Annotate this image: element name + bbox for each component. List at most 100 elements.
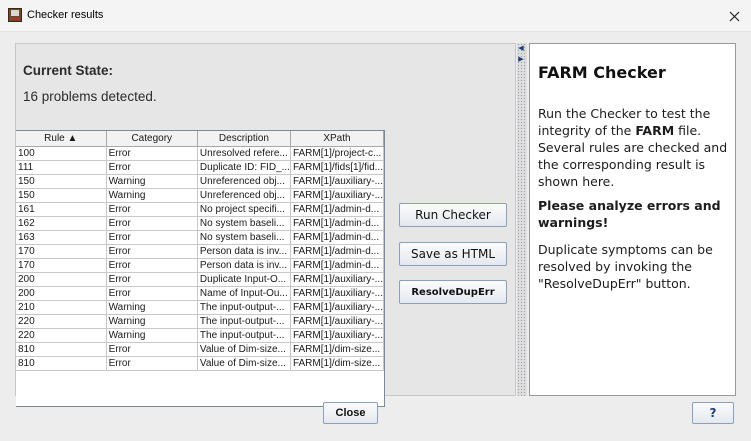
cell-description: Unreferenced obj... — [197, 188, 291, 203]
save-as-html-button[interactable]: Save as HTML — [399, 242, 507, 266]
info-paragraph-resolve: Duplicate symptoms can be resolved by in… — [538, 242, 713, 291]
table-row[interactable]: 161 Error No project specifi... FARM[1]/adm… — [16, 202, 385, 217]
table-row[interactable]: 210 Warning The input-output-... FARM[1]/au… — [16, 300, 385, 315]
cell-xpath: FARM[1]/dim-size... — [290, 356, 385, 371]
cell-category: Warning — [106, 328, 198, 343]
cell-rule: 810 — [16, 356, 107, 371]
cell-xpath: FARM[1]/auxiliary-... — [290, 286, 385, 301]
cell-xpath: FARM[1]/auxiliary-... — [290, 328, 385, 343]
column-header-rule[interactable]: Rule ▲ — [16, 131, 107, 147]
table-row[interactable]: 810 Error Value of Dim-size... FARM[1]/dim-… — [16, 356, 385, 371]
cell-rule: 150 — [16, 174, 107, 189]
cell-description: Duplicate Input-O... — [197, 272, 291, 287]
cell-description: The input-output-... — [197, 328, 291, 343]
table-row[interactable]: 162 Error No system baseli... FARM[1]/admin… — [16, 216, 385, 231]
dialog-content: Current State: 16 problems detected. Rul… — [0, 32, 751, 441]
table-row[interactable]: 220 Warning The input-output-... FARM[1]/au… — [16, 314, 385, 329]
cell-xpath: FARM[1]/admin-d... — [290, 216, 385, 231]
title-bar: Checker results — [0, 0, 751, 32]
cell-rule: 100 — [16, 146, 107, 161]
cell-xpath: FARM[1]/admin-d... — [290, 244, 385, 259]
table-row[interactable]: 163 Error No system baseli... FARM[1]/admin… — [16, 230, 385, 245]
cell-rule: 220 — [16, 314, 107, 329]
resolve-dup-err-button[interactable]: ResolveDupErr — [399, 280, 507, 304]
close-button[interactable]: Close — [323, 402, 378, 424]
cell-category: Error — [106, 244, 198, 259]
results-table: Rule ▲ Category Description XPath 100 Err… — [16, 131, 385, 371]
current-state-heading: Current State: — [23, 63, 114, 78]
cell-category: Warning — [106, 314, 198, 329]
column-header-xpath[interactable]: XPath — [290, 131, 385, 147]
column-header-category[interactable]: Category — [106, 131, 198, 147]
cell-category: Warning — [106, 300, 198, 315]
table-row[interactable]: 150 Warning Unreferenced obj... FARM[1]/aux… — [16, 188, 385, 203]
cell-description: Person data is inv... — [197, 258, 291, 273]
column-header-description[interactable]: Description — [197, 131, 291, 147]
cell-rule: 163 — [16, 230, 107, 245]
info-panel: FARM Checker Run the Checker to test the… — [529, 43, 736, 396]
cell-rule: 200 — [16, 272, 107, 287]
cell-description: No system baseli... — [197, 230, 291, 245]
cell-xpath: FARM[1]/project-c... — [290, 146, 385, 161]
cell-rule: 150 — [16, 188, 107, 203]
cell-category: Warning — [106, 188, 198, 203]
cell-category: Error — [106, 160, 198, 175]
cell-xpath: FARM[1]/auxiliary-... — [290, 300, 385, 315]
cell-category: Error — [106, 258, 198, 273]
cell-xpath: FARM[1]/auxiliary-... — [290, 188, 385, 203]
cell-category: Error — [106, 216, 198, 231]
collapse-right-icon[interactable]: ▶ — [517, 55, 525, 63]
info-title: FARM Checker — [538, 63, 666, 82]
cell-description: Duplicate ID: FID_... — [197, 160, 291, 175]
table-row[interactable]: 200 Error Name of Input-Ou... FARM[1]/auxil… — [16, 286, 385, 301]
cell-category: Error — [106, 272, 198, 287]
table-row[interactable]: 150 Warning Unreferenced obj... FARM[1]/aux… — [16, 174, 385, 189]
cell-xpath: FARM[1]/fids[1]/fid... — [290, 160, 385, 175]
cell-description: Person data is inv... — [197, 244, 291, 259]
cell-description: No system baseli... — [197, 216, 291, 231]
cell-xpath: FARM[1]/dim-size... — [290, 342, 385, 357]
cell-rule: 161 — [16, 202, 107, 217]
cell-description: Value of Dim-size... — [197, 342, 291, 357]
table-row[interactable]: 170 Error Person data is inv... FARM[1]/adm… — [16, 244, 385, 259]
cell-rule: 220 — [16, 328, 107, 343]
table-row[interactable]: 170 Error Person data is inv... FARM[1]/adm… — [16, 258, 385, 273]
cell-category: Warning — [106, 174, 198, 189]
cell-xpath: FARM[1]/auxiliary-... — [290, 272, 385, 287]
cell-xpath: FARM[1]/admin-d... — [290, 230, 385, 245]
cell-rule: 210 — [16, 300, 107, 315]
cell-rule: 170 — [16, 258, 107, 273]
cell-description: Unreferenced obj... — [197, 174, 291, 189]
cell-description: The input-output-... — [197, 300, 291, 315]
cell-xpath: FARM[1]/auxiliary-... — [290, 174, 385, 189]
cell-xpath: FARM[1]/admin-d... — [290, 202, 385, 217]
table-header-row: Rule ▲ Category Description XPath — [16, 131, 385, 147]
info-text-bold: FARM — [635, 123, 675, 138]
window-title: Checker results — [27, 9, 104, 21]
table-row[interactable]: 200 Error Duplicate Input-O... FARM[1]/auxi… — [16, 272, 385, 287]
help-button[interactable]: ? — [692, 402, 734, 424]
table-row[interactable]: 220 Warning The input-output-... FARM[1]/au… — [16, 328, 385, 343]
cell-description: Name of Input-Ou... — [197, 286, 291, 301]
table-row[interactable]: 111 Error Duplicate ID: FID_... FARM[1]/fid… — [16, 160, 385, 175]
cell-rule: 162 — [16, 216, 107, 231]
cell-category: Error — [106, 202, 198, 217]
app-icon — [8, 8, 22, 22]
collapse-left-icon[interactable]: ◀ — [517, 44, 525, 52]
cell-description: No project specifi... — [197, 202, 291, 217]
table-row[interactable]: 810 Error Value of Dim-size... FARM[1]/dim-… — [16, 342, 385, 357]
run-checker-button[interactable]: Run Checker — [399, 203, 507, 227]
close-window-icon[interactable] — [717, 0, 751, 32]
cell-category: Error — [106, 230, 198, 245]
cell-category: Error — [106, 356, 198, 371]
cell-xpath: FARM[1]/admin-d... — [290, 258, 385, 273]
cell-rule: 111 — [16, 160, 107, 175]
results-table-container[interactable]: Rule ▲ Category Description XPath 100 Err… — [16, 130, 385, 407]
cell-category: Error — [106, 146, 198, 161]
cell-xpath: FARM[1]/auxiliary-... — [290, 314, 385, 329]
cell-description: Value of Dim-size... — [197, 356, 291, 371]
split-pane-divider[interactable] — [517, 43, 527, 396]
cell-description: The input-output-... — [197, 314, 291, 329]
table-row[interactable]: 100 Error Unresolved refere... FARM[1]/proj… — [16, 146, 385, 161]
info-paragraph-intro: Run the Checker to test the integrity of… — [538, 105, 734, 190]
